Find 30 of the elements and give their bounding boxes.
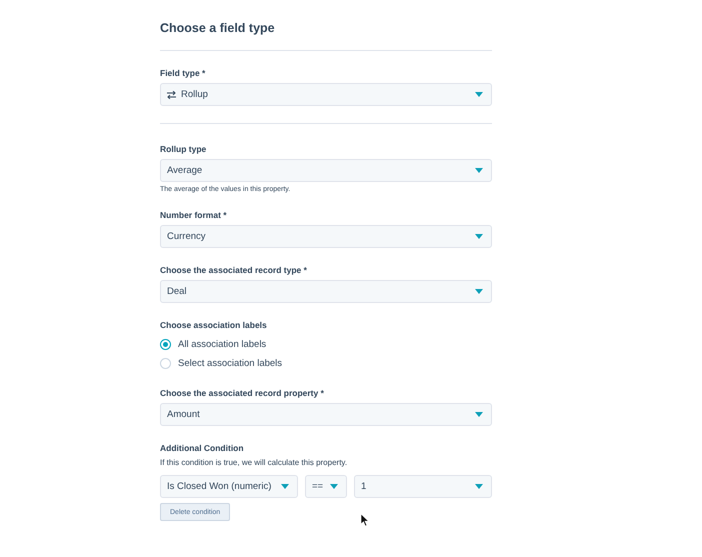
cursor-icon <box>361 514 369 526</box>
select-field[interactable]: == <box>305 475 347 498</box>
caret-icon <box>330 484 338 489</box>
radio-button[interactable] <box>160 358 171 369</box>
caret-icon <box>475 484 483 489</box>
select-field[interactable]: Rollup <box>160 83 492 106</box>
field-label: Rollup type <box>160 144 208 155</box>
caret-icon <box>281 484 289 489</box>
select-field[interactable]: 1 <box>354 475 492 498</box>
field-label: Choose association labels <box>160 320 268 331</box>
field-label: Choose the associated record property * <box>160 388 325 399</box>
field-label: Number format * <box>160 210 228 221</box>
select-field[interactable]: Is Closed Won (numeric) <box>160 475 298 498</box>
section-title: Choose a field type <box>160 21 276 37</box>
field-label: Additional Condition <box>160 443 245 454</box>
radio-label[interactable]: All association labels <box>178 339 266 350</box>
select-field[interactable]: Deal <box>160 280 492 303</box>
caret-icon <box>475 92 483 97</box>
field-label: Field type * <box>160 68 206 79</box>
radio-label[interactable]: Select association labels <box>178 358 282 369</box>
field-label: Choose the associated record type * <box>160 265 308 276</box>
caret-icon <box>475 289 483 294</box>
select-field[interactable]: Amount <box>160 403 492 426</box>
select-field[interactable]: Average <box>160 159 492 182</box>
caret-icon <box>475 168 483 173</box>
caret-icon <box>475 412 483 417</box>
select-field[interactable]: Currency <box>160 225 492 248</box>
help-text: If this condition is true, we will calculate this property. <box>160 458 348 467</box>
radio-button[interactable] <box>160 339 171 350</box>
caret-icon <box>475 234 483 239</box>
